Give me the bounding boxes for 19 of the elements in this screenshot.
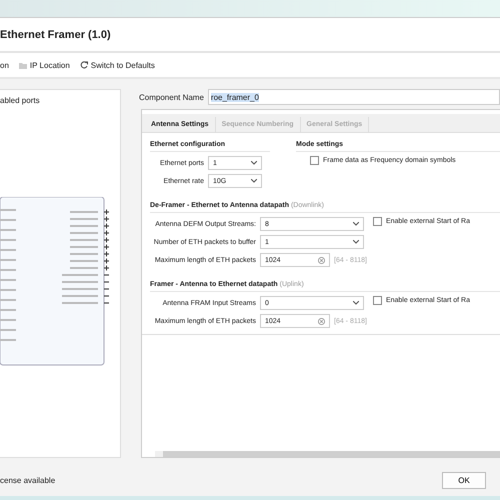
ok-button[interactable]: OK	[442, 472, 486, 488]
chevron-down-icon	[353, 240, 359, 244]
clear-icon[interactable]	[318, 256, 325, 264]
clear-icon[interactable]	[318, 318, 325, 324]
panel-header: abled ports	[0, 96, 41, 105]
chevron-down-icon	[353, 301, 359, 305]
toolbar-button[interactable]: on	[0, 60, 9, 70]
component-name-field[interactable]: roe_framer_0	[208, 89, 500, 105]
window-title: Ethernet Framer (1.0)	[0, 28, 111, 40]
field-label: Component Name	[139, 92, 204, 102]
folder-icon	[18, 62, 27, 68]
refresh-icon	[80, 61, 88, 69]
toolbar-button[interactable]: Switch to Defaults	[80, 60, 155, 70]
toolbar-button[interactable]: IP Location	[18, 60, 70, 70]
chevron-down-icon	[251, 179, 257, 183]
license-status: cense available	[0, 476, 56, 484]
chevron-down-icon	[353, 222, 359, 226]
chevron-down-icon	[251, 161, 257, 165]
scrollbar[interactable]	[155, 451, 500, 457]
